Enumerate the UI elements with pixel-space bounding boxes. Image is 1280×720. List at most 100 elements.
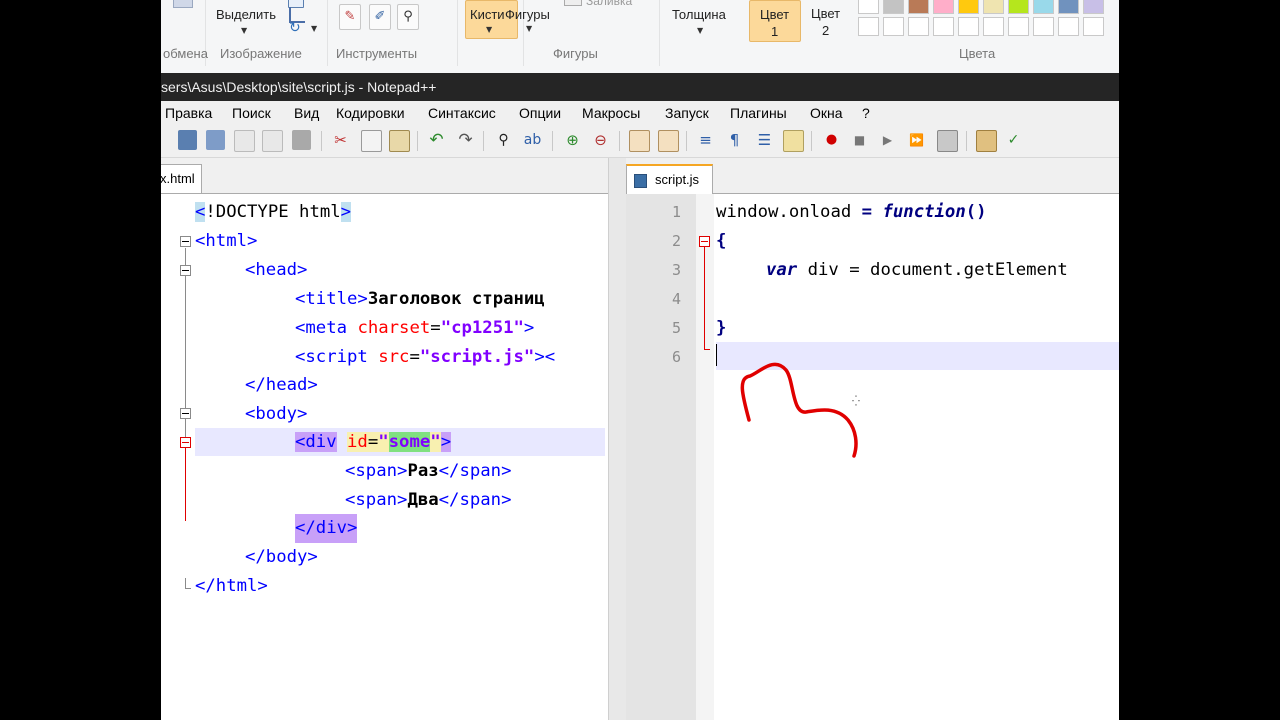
word-wrap-icon[interactable]: ≡ [696,130,715,150]
run-macro-multiple-icon[interactable]: ⏩ [907,130,926,150]
replace-icon[interactable]: ab [523,130,542,150]
cut-icon[interactable]: ✂ [331,130,350,150]
save-all-icon[interactable] [206,130,225,150]
find-icon[interactable]: ⚲ [494,130,513,150]
color-swatch-empty[interactable] [1033,17,1054,36]
color-swatch-empty[interactable] [983,17,1004,36]
toolbar-separator [811,131,812,151]
fold-line-end [185,578,186,588]
toolbar-separator [483,131,484,151]
code-line: <meta charset="cp1251"> [295,318,535,338]
color-swatch[interactable] [933,0,954,14]
fold-toggle-icon[interactable] [180,265,191,276]
undo-icon[interactable]: ↶ [427,130,446,150]
save-macro-icon[interactable] [937,130,958,152]
color-swatch-empty[interactable] [1008,17,1029,36]
left-editor-pane[interactable]: x.html <!DOCTYPE html> <html> <head> <ti… [161,158,608,720]
stop-macro-icon[interactable]: ■ [850,130,869,150]
play-macro-icon[interactable]: ▶ [878,130,897,150]
menu-options[interactable]: Опции [519,105,561,121]
spellcheck-icon[interactable]: ✓ [1004,130,1023,150]
fill-icon[interactable] [564,0,582,6]
color1-label: Цвет [760,7,790,22]
pencil-icon[interactable]: ✎ [339,4,361,30]
color-picker-icon[interactable]: ✐ [369,4,391,30]
zoom-in-icon[interactable]: ⊕ [563,130,582,150]
menu-search[interactable]: Поиск [232,105,271,121]
menu-macros[interactable]: Макросы [582,105,640,121]
menu-edit[interactable]: Правка [165,105,212,121]
chevron-down-icon[interactable]: ▼ [241,26,247,35]
show-all-chars-icon[interactable]: ¶ [725,130,744,150]
paste-icon[interactable] [389,130,410,152]
menu-help[interactable]: ? [862,105,870,121]
right-editor-pane[interactable]: script.js 1 2 3 4 5 6 window.onload = fu… [626,158,1119,720]
color-swatch[interactable] [1083,0,1104,14]
menu-plugins[interactable]: Плагины [730,105,787,121]
code-line: <script src="script.js">< [295,347,556,367]
fold-toggle-icon[interactable] [180,437,191,448]
group-colors: Цвета [959,46,996,61]
color-swatch-empty[interactable] [933,17,954,36]
color2-label: Цвет [811,6,841,21]
redo-icon[interactable]: ↷ [456,130,475,150]
magnifier-icon[interactable]: ⚲ [397,4,419,30]
chevron-down-icon: ▼ [486,25,493,34]
color-swatch-empty[interactable] [908,17,929,36]
fill-button[interactable]: Заливка [586,0,632,8]
chevron-down-icon[interactable]: ▼ [697,26,703,35]
save-icon[interactable] [178,130,197,150]
color-swatch[interactable] [883,0,904,14]
color-swatch[interactable] [858,0,879,14]
color-swatch-empty[interactable] [858,17,879,36]
menu-encoding[interactable]: Кодировки [336,105,405,121]
close-file-icon[interactable] [234,130,255,152]
color-swatch-empty[interactable] [958,17,979,36]
color-swatch[interactable] [908,0,929,14]
color-swatch[interactable] [1033,0,1054,14]
fold-toggle-icon[interactable] [180,236,191,247]
color-swatch-empty[interactable] [883,17,904,36]
menu-bar: Правка Поиск Вид Кодировки Синтаксис Опц… [161,101,1119,125]
indent-guide-icon[interactable]: ☰ [755,130,774,150]
color-swatch[interactable] [983,0,1004,14]
menu-syntax[interactable]: Синтаксис [428,105,496,121]
chevron-down-icon[interactable]: ▼ [311,24,317,33]
menu-view[interactable]: Вид [294,105,319,121]
color-swatch[interactable] [1008,0,1029,14]
rotate-icon[interactable]: ↻ [289,20,301,36]
color2-button[interactable]: Цвет 2 [806,0,850,40]
record-macro-icon[interactable]: ● [822,130,841,150]
print-icon[interactable] [292,130,311,150]
toolbar-separator [619,131,620,151]
code-line: <span>Два</span> [345,490,512,510]
copy-icon[interactable] [361,130,382,152]
group-clipboard: обмена [163,46,208,61]
code-line: <span>Раз</span> [345,461,512,481]
thickness-button[interactable]: Толщина [672,7,726,22]
close-all-icon[interactable] [262,130,283,152]
tab-index-html[interactable]: x.html [161,164,202,193]
color-swatch[interactable] [1058,0,1079,14]
color1-number: 1 [771,24,779,39]
sync-horizontal-icon[interactable] [658,130,679,152]
chevron-down-icon[interactable]: ▼ [526,24,532,33]
plugin-icon[interactable] [976,130,997,152]
code-line: <div id="some"> [295,432,452,452]
shapes-button[interactable]: Фигуры [505,7,550,22]
sync-vertical-icon[interactable] [629,130,650,152]
menu-run[interactable]: Запуск [665,105,709,121]
color-swatch-empty[interactable] [1083,17,1104,36]
fold-toggle-icon[interactable] [180,408,191,419]
toolbar-separator [686,131,687,151]
color-swatch-empty[interactable] [1058,17,1079,36]
color1-button[interactable]: Цвет 1 [749,0,801,42]
toolbar-separator [966,131,967,151]
pane-splitter[interactable] [608,158,627,720]
menu-windows[interactable]: Окна [810,105,843,121]
color-swatch[interactable] [958,0,979,14]
zoom-out-icon[interactable]: ⊖ [591,130,610,150]
folder-as-workspace-icon[interactable] [783,130,804,152]
select-button[interactable]: Выделить [216,7,276,22]
paste-icon[interactable] [173,0,193,8]
